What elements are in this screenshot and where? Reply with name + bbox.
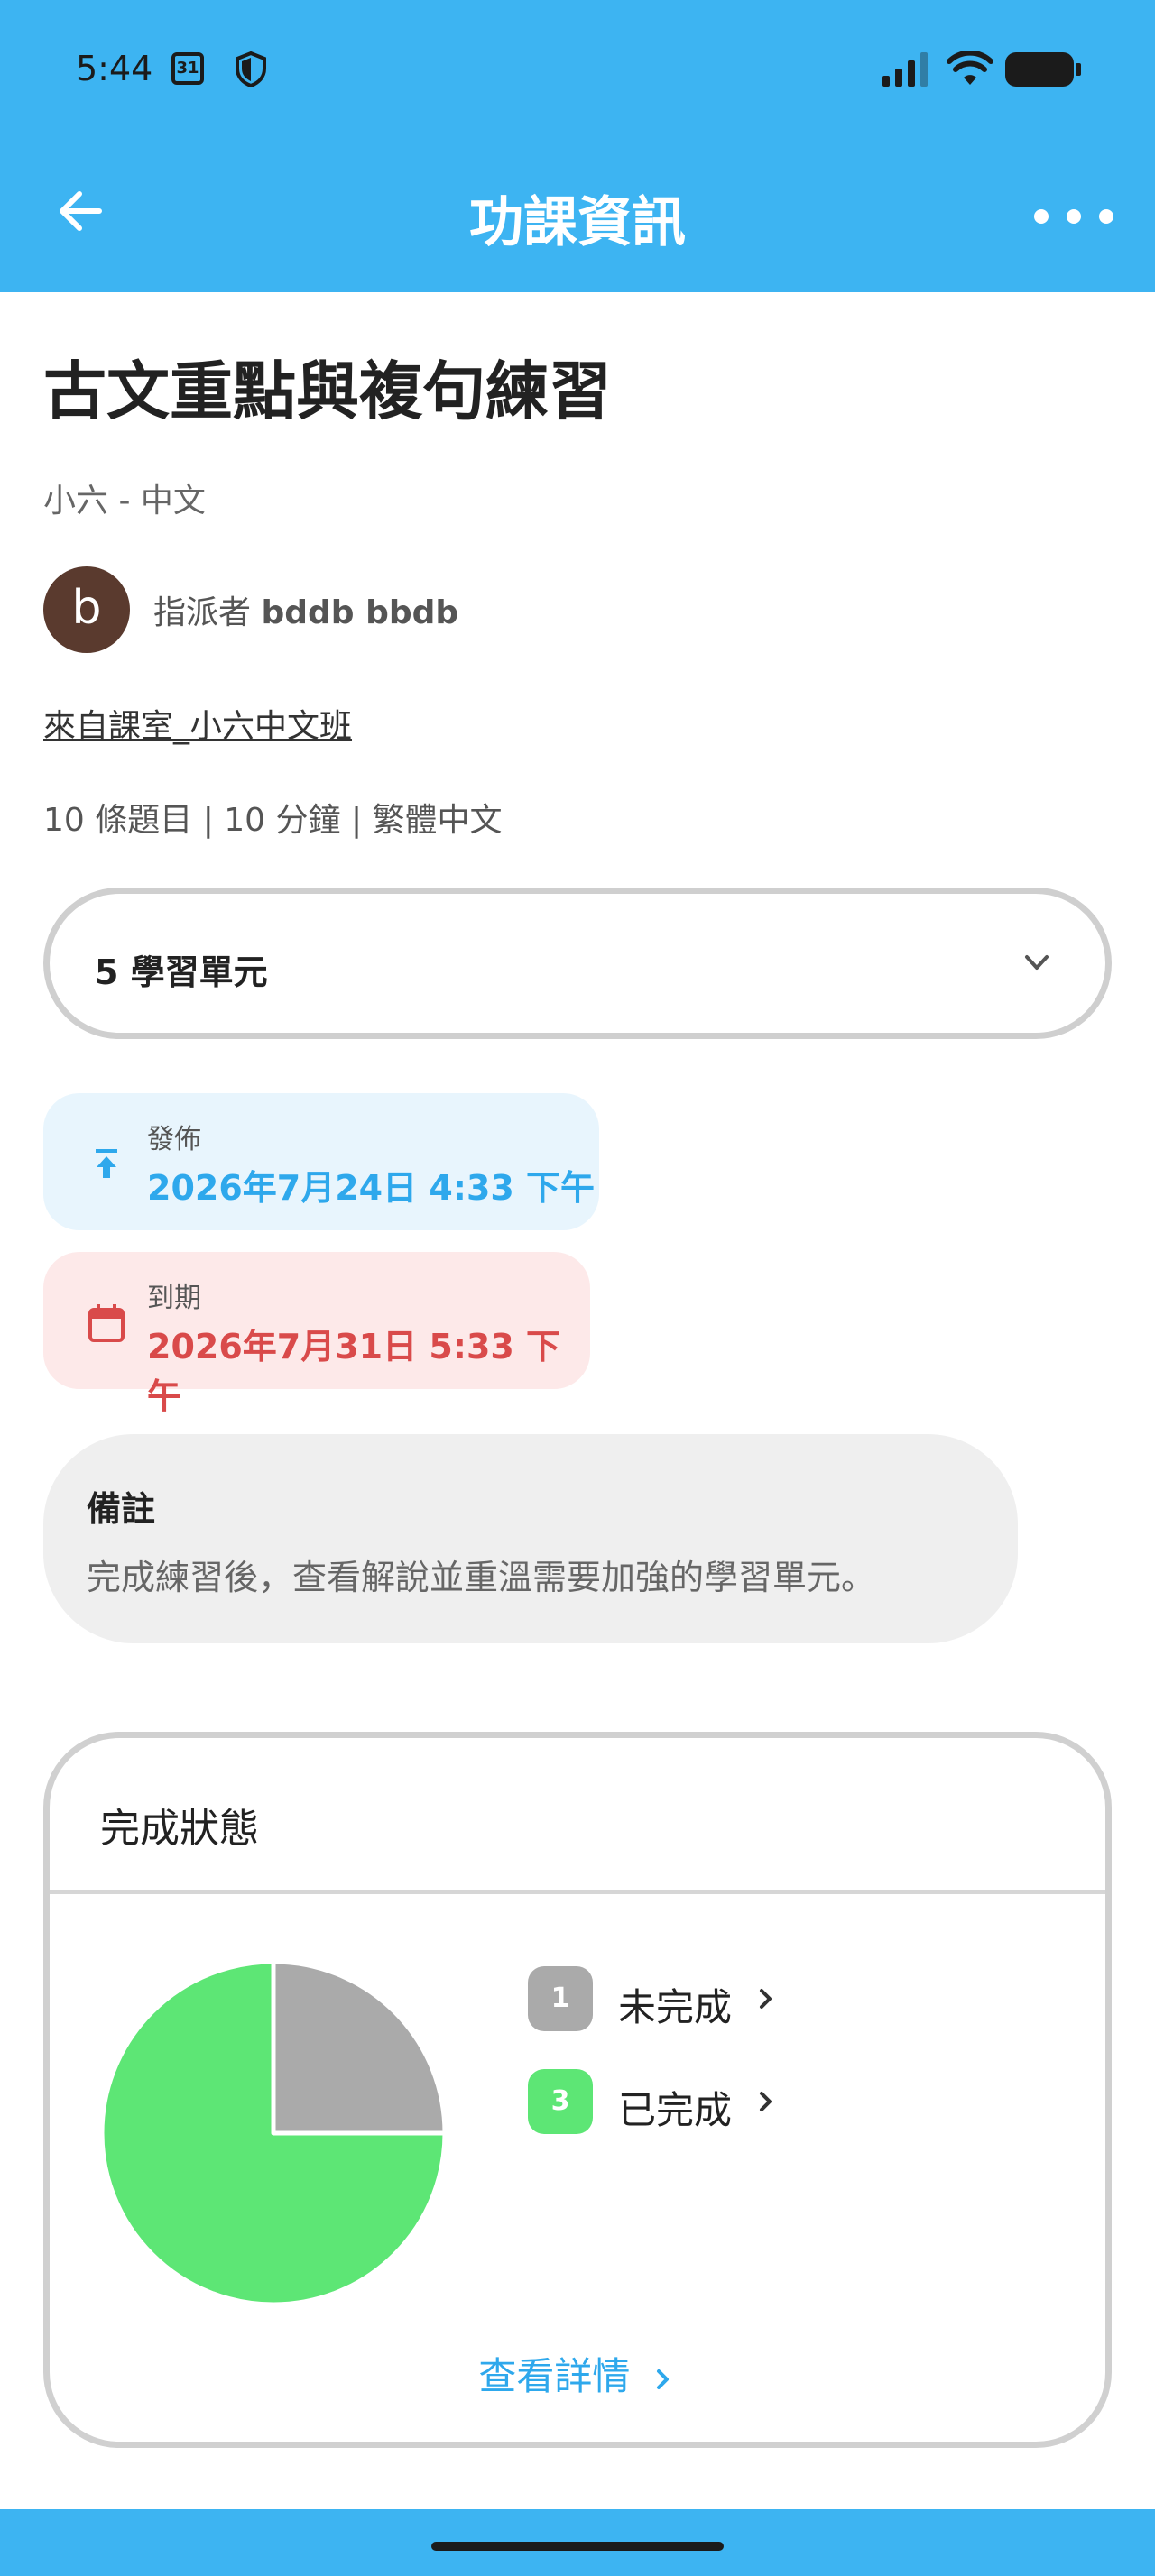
due-date: 2026年7月31日 5:33 下午 <box>147 1327 561 1416</box>
battery-icon <box>1005 52 1081 87</box>
pie-slice-0 <box>271 1960 447 2136</box>
home-indicator[interactable] <box>431 2542 724 2551</box>
page-title: 功課資訊 <box>469 191 686 254</box>
note-card: 備註 完成練習後，查看解說並重溫需要加強的學習單元。 <box>43 1434 1018 1643</box>
assigner: 指派者 bddb bbdb <box>153 586 458 633</box>
assignment-meta: 10 條題目 | 10 分鐘 | 繁體中文 <box>43 802 503 839</box>
assigner-name: bddb bbdb <box>261 594 459 631</box>
completion-status-card: 完成狀態 1 未完成 3 已完成 查看詳情 <box>43 1732 1112 2448</box>
app-header: 5:44 31 功課資訊 <box>0 0 1155 292</box>
due-date-chip: 到期 2026年7月31日 5:33 下午 <box>43 1252 590 1416</box>
wifi-icon <box>947 51 993 85</box>
chevron-right-icon <box>760 1989 772 2009</box>
shield-icon <box>236 51 266 88</box>
status-time: 5:44 <box>76 49 153 88</box>
learning-units-dropdown[interactable]: 5 學習單元 <box>43 888 1112 1039</box>
view-details-label: 查看詳情 <box>478 2354 631 2398</box>
signal-icon <box>882 52 928 87</box>
chevron-down-icon <box>1025 955 1049 970</box>
assigner-prefix: 指派者 <box>153 594 252 631</box>
view-details-link[interactable]: 查看詳情 <box>50 2346 1105 2401</box>
upload-icon <box>96 1149 117 1178</box>
incomplete-label: 未完成 <box>618 1985 733 2029</box>
completed-label: 已完成 <box>618 2088 733 2132</box>
more-options-icon[interactable] <box>1029 198 1119 235</box>
calendar-icon: 31 <box>171 52 204 85</box>
avatar: b <box>43 566 130 653</box>
from-class-link[interactable]: 來自課室_小六中文班 <box>43 700 352 747</box>
assignment-subtitle: 小六 - 中文 <box>43 483 206 520</box>
completed-count-badge: 3 <box>528 2069 593 2134</box>
divider <box>50 1890 1105 1894</box>
publish-date: 2026年7月24日 4:33 下午 <box>147 1168 596 1208</box>
publish-label: 發佈 <box>147 1124 201 1155</box>
chevron-right-icon <box>656 2369 669 2389</box>
due-label: 到期 <box>147 1283 201 1314</box>
publish-date-chip: 發佈 2026年7月24日 4:33 下午 <box>43 1093 599 1230</box>
chevron-right-icon <box>760 2092 772 2111</box>
completion-status-title: 完成狀態 <box>100 1806 259 1852</box>
assignment-title: 古文重點與複句練習 <box>43 354 612 428</box>
learning-units-label: 5 學習單元 <box>95 952 268 992</box>
completion-pie-chart <box>100 1960 447 2306</box>
incomplete-count-badge: 1 <box>528 1966 593 2031</box>
note-text: 完成練習後，查看解說並重溫需要加強的學習單元。 <box>87 1558 876 1597</box>
note-title: 備註 <box>87 1489 156 1529</box>
calendar-icon <box>88 1304 125 1342</box>
